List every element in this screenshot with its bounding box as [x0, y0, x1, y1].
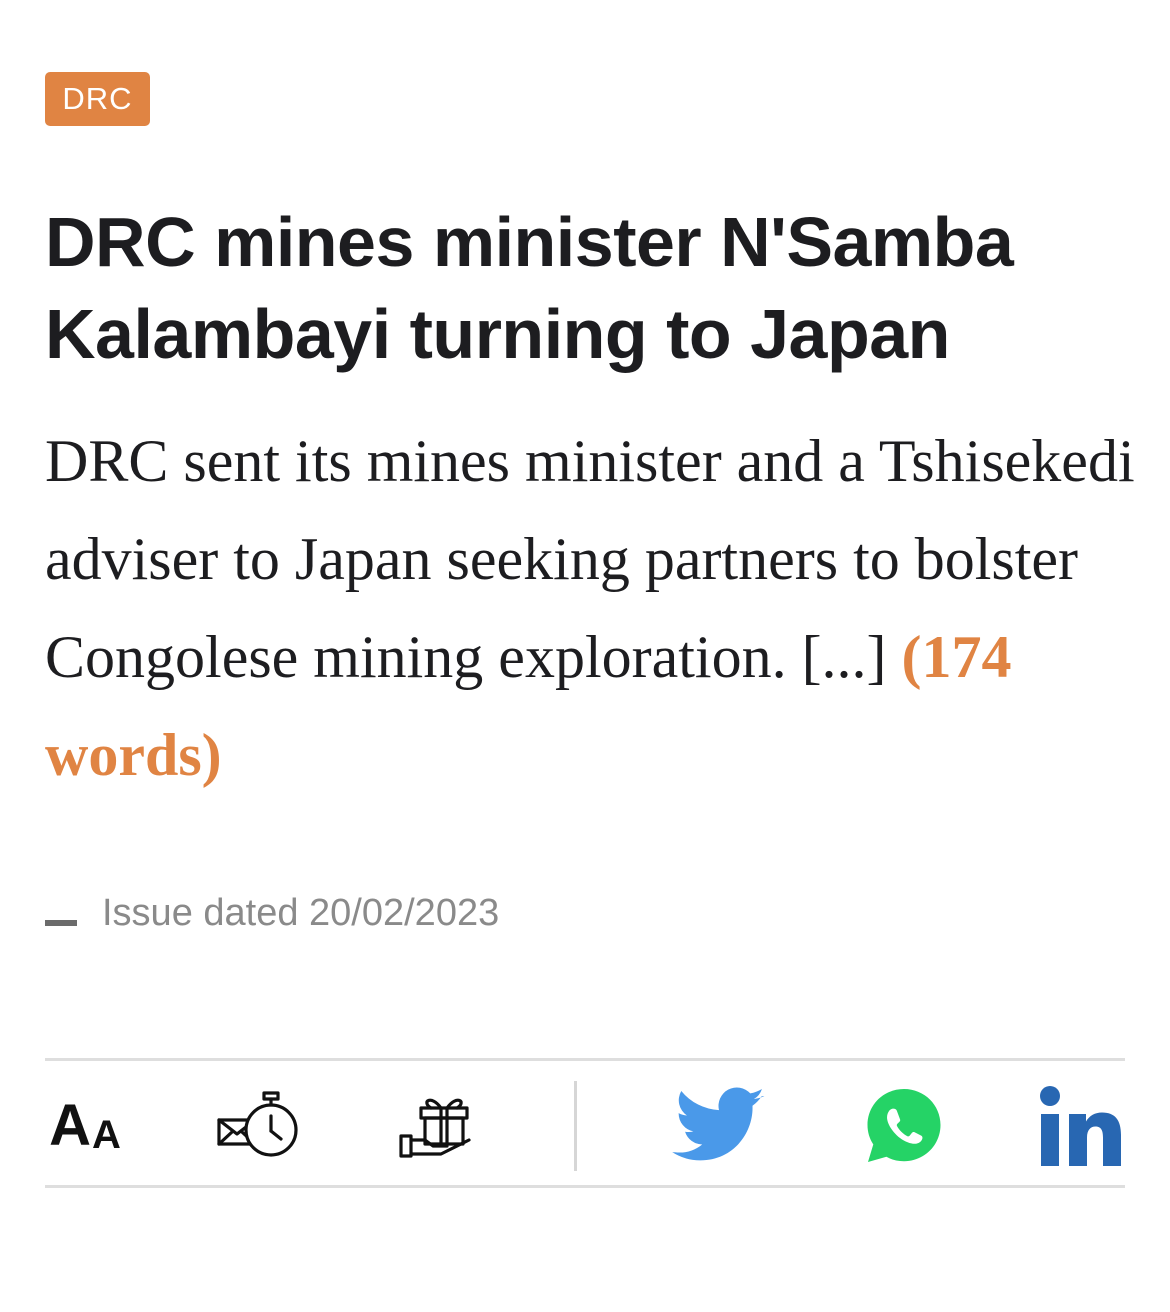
issue-date-text: Issue dated 20/02/2023	[102, 891, 500, 934]
gift-hand-icon	[399, 1098, 471, 1158]
dash-icon	[45, 920, 77, 926]
gift-article-button[interactable]	[397, 1083, 477, 1169]
issue-date: Issue dated 20/02/2023	[45, 888, 499, 938]
article-headline[interactable]: DRC mines minister N'Samba Kalambayi tur…	[45, 196, 1135, 380]
font-size-icon: AA	[49, 1093, 121, 1158]
article-summary: DRC sent its mines minister and a Tshise…	[45, 412, 1135, 804]
linkedin-icon	[1040, 1086, 1121, 1166]
font-size-button[interactable]: AA	[49, 1083, 121, 1169]
font-size-big-letter: A	[49, 1093, 91, 1158]
read-later-button[interactable]	[215, 1083, 301, 1169]
whatsapp-icon	[867, 1089, 941, 1162]
twitter-icon	[672, 1087, 765, 1161]
font-size-small-letter: A	[92, 1113, 121, 1157]
toolbar-divider	[574, 1081, 577, 1171]
mail-clock-icon	[217, 1091, 298, 1157]
share-twitter-button[interactable]	[671, 1083, 767, 1169]
article-toolbar: AA	[45, 1058, 1125, 1188]
share-linkedin-button[interactable]	[1039, 1083, 1125, 1169]
share-whatsapp-button[interactable]	[863, 1083, 945, 1169]
category-tag[interactable]: DRC	[45, 72, 150, 126]
